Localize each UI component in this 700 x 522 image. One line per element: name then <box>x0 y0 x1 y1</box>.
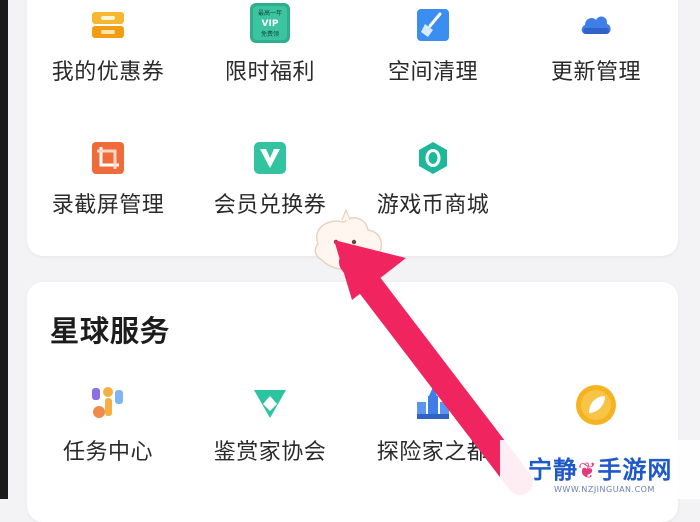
site-watermark: 宁静❦手游网 WWW.NZJINGUAN.COM <box>500 440 700 499</box>
watermark-url: WWW.NZJINGUAN.COM <box>554 485 655 494</box>
annotation-overlay <box>314 208 533 495</box>
heart-icon: ❦ <box>578 459 598 484</box>
red-arrow <box>334 240 533 495</box>
watermark-part1: 宁静 <box>528 456 578 484</box>
watermark-part2: 手游网 <box>597 456 673 484</box>
watermark-title: 宁静❦手游网 <box>528 450 672 485</box>
